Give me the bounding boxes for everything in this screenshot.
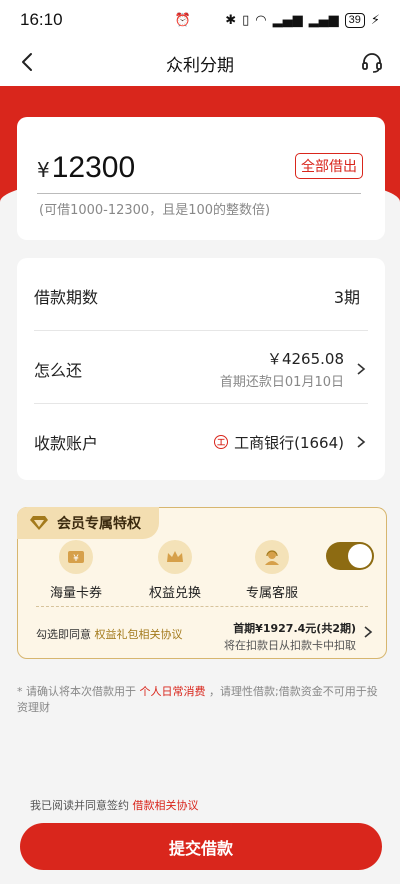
nav-bar: 众利分期: [0, 40, 400, 86]
battery-indicator: 39: [344, 12, 365, 28]
alarm-icon: ⏰: [174, 12, 191, 28]
benefit-label: 专属客服: [245, 586, 298, 601]
divider: [34, 403, 368, 404]
svg-text:¥: ¥: [73, 554, 79, 564]
headset-icon[interactable]: [360, 50, 384, 74]
page-title: 众利分期: [166, 55, 234, 76]
amount-input[interactable]: 12300: [52, 151, 135, 185]
coupon-icon: ¥: [59, 540, 93, 574]
benefit-label: 权益兑换: [148, 586, 201, 601]
term-label: 借款期数: [34, 288, 99, 307]
charging-icon: ⚡: [370, 12, 380, 28]
benefit-agreement: 勾选即同意 权益礼包相关协议: [36, 626, 183, 642]
crown-icon: [158, 540, 192, 574]
benefit-agreement-link[interactable]: 权益礼包相关协议: [95, 628, 183, 641]
status-time: 16:10: [20, 10, 63, 29]
agreement-prefix: 我已阅读并同意签约: [30, 799, 129, 812]
bank-account: 工商银行(1664): [234, 433, 344, 452]
vibrate-icon: ▯: [242, 12, 250, 28]
account-row[interactable]: 收款账户 工 工商银行(1664): [34, 430, 368, 454]
bluetooth-icon: ✱: [225, 12, 237, 28]
submit-loan-button[interactable]: 提交借款: [20, 823, 382, 870]
wifi-icon: ◠: [255, 12, 267, 28]
signal-icon: ▂▄▆: [272, 12, 303, 28]
status-icons: ✱ ▯ ◠ ▂▄▆ ▂▄▆ 39 ⚡: [225, 12, 380, 28]
usage-notice: * 请确认将本次借款用于 个人日常消费 ，请理性借款;借款资金不可用于投资理财: [17, 684, 387, 716]
notice-prefix: * 请确认将本次借款用于: [17, 685, 136, 698]
term-row: 借款期数 3期: [34, 284, 368, 308]
benefit-coupons[interactable]: ¥ 海量卡券: [36, 540, 116, 601]
toggle-knob: [348, 544, 372, 568]
amount-underline: [37, 193, 361, 194]
diamond-icon: [30, 516, 48, 530]
member-tab: 会员专属特权: [17, 507, 159, 539]
back-icon[interactable]: [16, 50, 40, 74]
notice-purpose: 个人日常消费: [139, 685, 206, 698]
term-value: 3期: [333, 288, 360, 307]
repay-date: 首期还款日01月10日: [219, 375, 344, 390]
loan-agreement-link[interactable]: 借款相关协议: [133, 799, 199, 812]
amount-hint: (可借1000-12300，且是100的整数倍): [39, 203, 271, 218]
benefit-service[interactable]: 专属客服: [232, 540, 312, 601]
repay-amount: ￥4265.08: [266, 350, 344, 368]
status-bar: 16:10 ⏰ ✱ ▯ ◠ ▂▄▆ ▂▄▆ 39 ⚡: [0, 0, 400, 40]
first-payment-info[interactable]: 首期¥1927.4元(共2期) 将在扣款日从扣款卡中扣取: [224, 620, 356, 653]
benefit-exchange[interactable]: 权益兑换: [135, 540, 215, 601]
member-benefits-card: 会员专属特权 ¥ 海量卡券 权益兑换 专属客服 勾选即同意 权益礼包相关协议 首…: [17, 507, 387, 659]
amount-card: ¥ 12300 全部借出 (可借1000-12300，且是100的整数倍): [17, 117, 385, 240]
first-payment-amount: 首期¥1927.4元(共2期): [233, 622, 356, 635]
dashed-divider: [36, 606, 368, 607]
benefits-toggle[interactable]: [326, 542, 374, 570]
member-title: 会员专属特权: [57, 516, 141, 532]
icbc-bank-icon: 工: [214, 435, 229, 449]
account-label: 收款账户: [34, 434, 99, 453]
divider: [34, 330, 368, 331]
agree-prefix: 勾选即同意: [36, 628, 91, 641]
loan-info-card: 借款期数 3期 怎么还 ￥4265.08 首期还款日01月10日 收款账户 工 …: [17, 258, 385, 480]
currency-symbol: ¥: [37, 158, 50, 182]
repay-row[interactable]: 怎么还 ￥4265.08 首期还款日01月10日: [34, 348, 368, 390]
first-payment-note: 将在扣款日从扣款卡中扣取: [224, 639, 356, 652]
chevron-right-icon[interactable]: [362, 625, 374, 639]
loan-agreement: 我已阅读并同意签约 借款相关协议: [30, 797, 199, 813]
benefit-label: 海量卡券: [49, 586, 102, 601]
support-agent-icon: [255, 540, 289, 574]
chevron-right-icon: [357, 436, 366, 448]
signal-icon-2: ▂▄▆: [308, 12, 339, 28]
borrow-all-button[interactable]: 全部借出: [295, 153, 363, 179]
chevron-right-icon: [357, 363, 366, 375]
repay-label: 怎么还: [34, 361, 83, 380]
